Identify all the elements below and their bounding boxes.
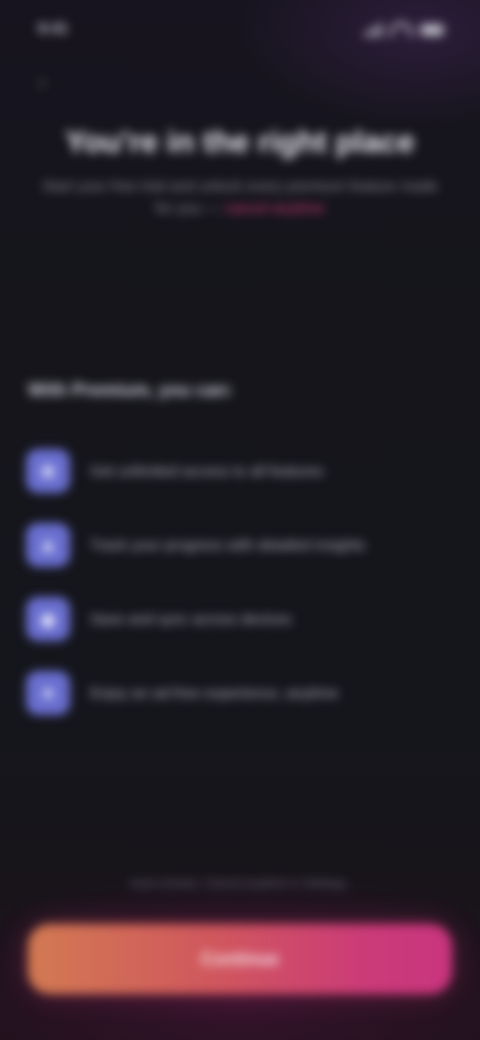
status-time: 9:41	[38, 20, 69, 37]
subtitle-accent: cancel anytime	[224, 200, 325, 217]
star-icon: ★	[26, 449, 70, 493]
feature-item: ★ Get unlimited access to all features	[26, 434, 446, 508]
chart-icon: ▲	[26, 523, 70, 567]
status-bar: 9:41	[0, 0, 480, 60]
continue-button[interactable]: Continue	[28, 924, 452, 994]
status-left: 9:41	[38, 20, 68, 37]
battery-icon	[420, 23, 444, 36]
chevron-left-icon: ‹	[38, 69, 46, 94]
features-heading: With Premium, you can:	[28, 380, 233, 400]
feature-label: Get unlimited access to all features	[90, 462, 324, 480]
feature-item: ▲ Track your progress with detailed insi…	[26, 508, 446, 582]
feature-label: Save and sync across devices	[90, 610, 292, 628]
feature-item: ● Enjoy an ad-free experience, anytime	[26, 656, 446, 730]
bolt-icon: ●	[26, 671, 70, 715]
page-title: You're in the right place	[65, 124, 415, 159]
feature-label: Track your progress with detailed insigh…	[90, 536, 366, 554]
wifi-icon	[390, 22, 412, 37]
signal-icon	[364, 22, 382, 37]
back-button[interactable]: ‹	[30, 69, 54, 94]
status-right	[364, 22, 444, 37]
lock-icon: ◆	[26, 597, 70, 641]
paywall-screen: 9:41 ‹ You're in the right place Start y…	[0, 0, 480, 1040]
page-subtitle: Start your free trial and unlock every p…	[40, 176, 440, 220]
feature-item: ◆ Save and sync across devices	[26, 582, 446, 656]
battery-level	[423, 26, 441, 33]
terms-text: Auto-renews. Cancel anytime in Settings.	[130, 876, 350, 890]
feature-label: Enjoy an ad-free experience, anytime	[90, 684, 339, 702]
feature-list: ★ Get unlimited access to all features ▲…	[26, 434, 446, 730]
